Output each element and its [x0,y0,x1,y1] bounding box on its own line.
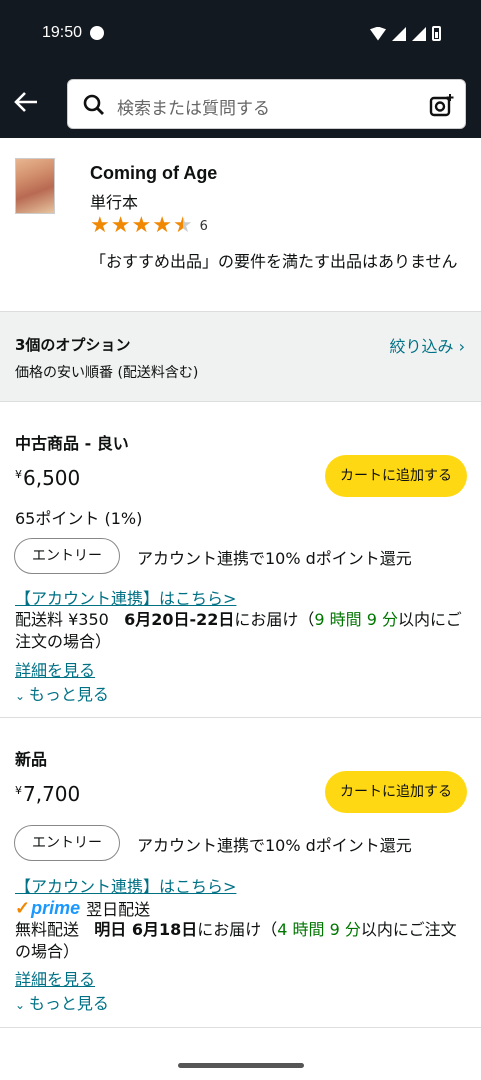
status-bar: 19:50 [0,0,481,68]
signal-icon [392,26,406,41]
account-link[interactable]: 【アカウント連携】はこちら> [15,585,236,609]
options-bar: 3個のオプション 価格の安い順番 (配送料含む) 絞り込み › [0,312,481,402]
prime-text: 翌日配送 [86,900,151,919]
star-full-icon: ★ [131,213,152,238]
status-icons [370,26,441,41]
delivery-mid: にお届け（ [234,610,315,629]
prime-logo: prime [15,898,80,919]
delivery-date: 明日 6月18日 [94,920,198,939]
entry-text: アカウント連携で10% dポイント還元 [137,836,412,855]
product-thumbnail[interactable] [15,158,55,214]
entry-text: アカウント連携で10% dポイント還元 [137,549,412,568]
rating-count: 6 [199,218,208,234]
search-icon [83,94,104,115]
add-to-cart-button[interactable]: カートに追加する [325,455,467,497]
offer-condition: 中古商品 - 良い [15,434,129,453]
shipping-fee: 無料配送 [15,920,80,939]
offer-used: 中古商品 - 良い ¥6,500 カートに追加する 65ポイント (1%) エン… [0,402,481,718]
offer-price: ¥7,700 [15,782,80,806]
prime-badge: prime 翌日配送 [15,896,150,920]
see-more-button[interactable]: ⌄ もっと見る [15,990,109,1014]
add-to-cart-button[interactable]: カートに追加する [325,771,467,813]
shipping-info: 無料配送 明日 6月18日にお届け（4 時間 9 分以内にご注文の場合） [15,919,470,963]
price-value: 7,700 [23,782,81,806]
options-count: 3個のオプション [15,336,131,354]
signal-icon-2 [412,26,426,41]
notification-icon [90,26,104,40]
account-link[interactable]: 【アカウント連携】はこちら> [15,873,236,897]
product-format: 単行本 [90,193,139,212]
details-link[interactable]: 詳細を見る [15,657,95,681]
back-arrow-icon[interactable] [12,88,40,116]
filter-button[interactable]: 絞り込み › [390,333,466,357]
see-more-label: もっと見る [28,685,109,704]
search-bar[interactable]: 検索または質問する [67,79,466,129]
status-time: 19:50 [42,24,83,41]
wifi-icon [370,26,386,41]
see-more-button[interactable]: ⌄ もっと見る [15,681,109,705]
star-full-icon: ★ [110,213,131,238]
product-title[interactable]: Coming of Age [90,163,217,184]
see-more-label: もっと見る [28,994,109,1013]
star-full-icon: ★ [152,213,172,238]
entry-button[interactable]: エントリー [14,538,120,574]
entry-button[interactable]: エントリー [14,825,120,861]
battery-icon [432,26,441,41]
product-summary: Coming of Age 単行本 ★ ★ ★ ★ ★ 6 「おすすめ出品」の要… [0,138,481,312]
currency-symbol: ¥ [15,468,22,481]
order-within-time: 9 時間 9 分 [314,610,399,629]
star-half-icon: ★ [172,213,193,238]
order-within-time: 4 時間 9 分 [277,920,361,939]
star-full-icon: ★ [90,213,110,238]
details-link[interactable]: 詳細を見る [15,966,95,990]
camera-search-icon[interactable] [429,92,455,118]
app-header: 検索または質問する [0,68,481,138]
chevron-down-icon: ⌄ [15,689,29,703]
offer-points: 65ポイント (1%) [15,509,143,528]
shipping-info: 配送料 ¥350 6月20日-22日にお届け（9 時間 9 分以内にご注文の場合… [15,609,470,653]
search-input[interactable]: 検索または質問する [117,94,270,119]
offer-new: 新品 ¥7,700 カートに追加する エントリー アカウント連携で10% dポイ… [0,718,481,1028]
offer-condition: 新品 [15,750,48,769]
delivery-date: 6月20日-22日 [124,610,235,629]
currency-symbol: ¥ [15,784,22,797]
home-indicator[interactable] [178,1063,304,1068]
offer-price: ¥6,500 [15,466,80,490]
chevron-down-icon: ⌄ [15,998,29,1012]
price-value: 6,500 [23,466,81,490]
star-rating[interactable]: ★ ★ ★ ★ ★ 6 [90,215,208,237]
delivery-mid: にお届け（ [197,920,278,939]
shipping-fee: 配送料 ¥350 [15,610,109,629]
featured-offer-note: 「おすすめ出品」の要件を満たす出品はありません [90,252,458,271]
sort-order: 価格の安い順番 (配送料含む) [15,365,199,381]
